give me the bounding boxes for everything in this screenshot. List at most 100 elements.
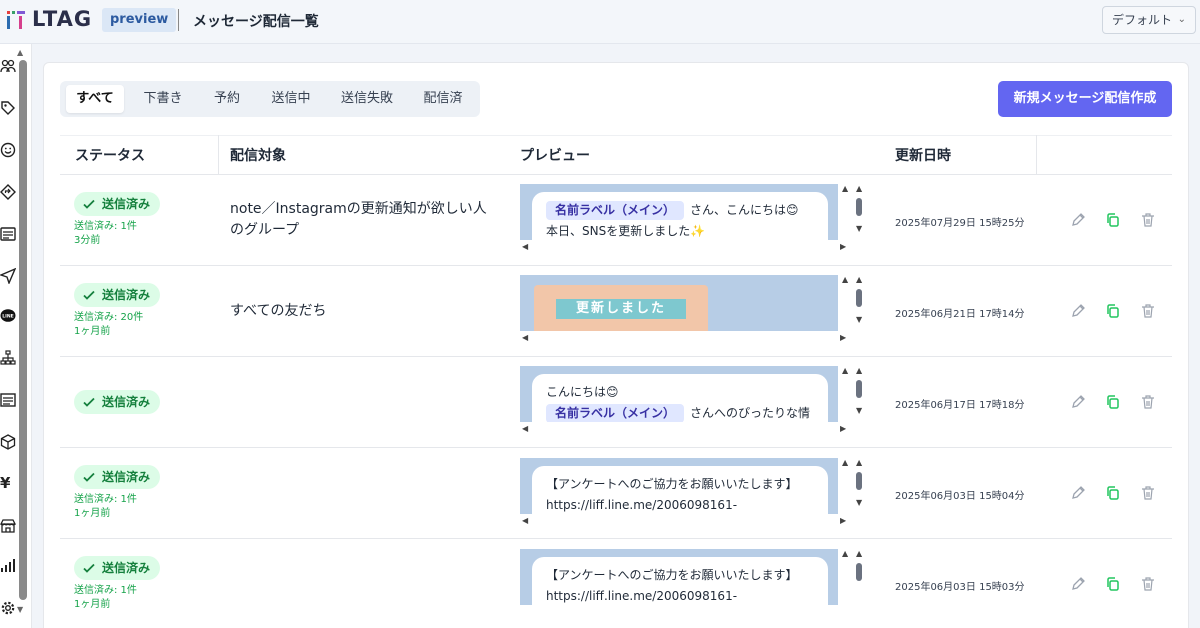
image-banner-text: 更新しました (556, 299, 686, 319)
trash-icon[interactable] (1140, 212, 1156, 228)
preview-vertical-scrollbar[interactable]: ▲ ▲ ▼ (840, 366, 866, 422)
status-badge-label: 送信済み (102, 470, 151, 484)
scroll-up-arrow-icon: ▲ (856, 275, 863, 284)
updated-at: 2025年06月17日 17時18分 (895, 400, 1025, 411)
time-ago: 3分前 (74, 235, 101, 246)
scroll-right-arrow-icon: ▶ (840, 242, 847, 251)
preview-vertical-scrollbar[interactable]: ▲ ▲ ▼ (840, 458, 866, 514)
logo-text[interactable]: LTAG (32, 7, 92, 31)
tab-draft[interactable]: 下書き (132, 85, 194, 113)
scroll-down-arrow-icon: ▼ (856, 224, 863, 233)
copy-icon[interactable] (1105, 303, 1121, 319)
scroll-up-arrow-icon[interactable]: ▲ (17, 48, 23, 57)
preview-vertical-scrollbar[interactable]: ▲ ▲ ▼ (840, 275, 866, 331)
status-filter-tabs: すべて 下書き 予約 送信中 送信失敗 配信済 (60, 81, 480, 117)
scroll-up-arrow-icon: ▲ (856, 458, 863, 467)
column-divider (1036, 135, 1037, 175)
preview-vertical-scrollbar[interactable]: ▲ ▲ ▼ (840, 184, 866, 240)
edit-icon[interactable] (1070, 212, 1086, 228)
preview-horizontal-scrollbar[interactable]: ◀ ▶ (520, 333, 854, 345)
sent-count: 送信済み: 1件 (74, 494, 137, 505)
store-icon[interactable] (0, 518, 17, 536)
yen-icon[interactable]: ¥ (0, 474, 16, 492)
smile-icon[interactable] (0, 142, 16, 160)
send-icon[interactable] (0, 267, 17, 286)
preview-text: さん、こんにちは😊 (690, 203, 799, 217)
scroll-up-arrow-icon: ▲ (842, 184, 849, 193)
header-divider (178, 9, 179, 31)
preview-vertical-scrollbar[interactable]: ▲ ▲ (840, 549, 866, 605)
tab-delivered[interactable]: 配信済 (412, 85, 474, 113)
tab-sending[interactable]: 送信中 (260, 85, 322, 113)
message-preview[interactable]: 【アンケートへのご協力をお願いいたします】 https://liff.line.… (520, 549, 866, 627)
new-message-button[interactable]: 新規メッセージ配信作成 (998, 81, 1172, 117)
time-ago: 1ヶ月前 (74, 508, 111, 519)
message-preview[interactable]: 更新しました ▲ ▲ ▼ ◀ ▶ (520, 275, 866, 353)
list-icon[interactable] (0, 392, 16, 410)
sidebar: LINE ¥ ▲ ▼ (0, 44, 32, 628)
scroll-up-arrow-icon: ▲ (842, 275, 849, 284)
trash-icon[interactable] (1140, 576, 1156, 592)
ltag-logo-icon[interactable] (4, 8, 28, 32)
preview-canvas: 【アンケートへのご協力をお願いいたします】 https://liff.line.… (520, 458, 838, 514)
check-icon (83, 397, 95, 407)
name-label-tag: 名前ラベル（メイン） (546, 201, 685, 220)
tab-all[interactable]: すべて (66, 85, 124, 113)
scroll-up-arrow-icon: ▲ (842, 366, 849, 375)
diamond-arrow-icon[interactable] (0, 184, 16, 202)
message-preview[interactable]: 【アンケートへのご協力をお願いいたします】 https://liff.line.… (520, 458, 866, 536)
message-preview[interactable]: 名前ラベル（メイン） さん、こんにちは😊 本日、SNSを更新しました✨ ▲ ▲ ▼ … (520, 184, 866, 262)
status-badge: 送信済み (74, 192, 160, 216)
preview-horizontal-scrollbar[interactable]: ◀ ▶ (520, 424, 854, 436)
sitemap-icon[interactable] (0, 350, 16, 368)
preview-text: https://liff.line.me/2006098161- (546, 498, 738, 512)
scroll-thumb[interactable] (856, 198, 862, 216)
line-icon[interactable]: LINE (0, 308, 16, 326)
sidebar-scroll-thumb[interactable] (19, 60, 27, 600)
copy-icon[interactable] (1105, 212, 1121, 228)
copy-icon[interactable] (1105, 576, 1121, 592)
scroll-up-arrow-icon: ▲ (856, 549, 863, 558)
trash-icon[interactable] (1140, 485, 1156, 501)
check-icon (83, 199, 95, 209)
message-bubble: 【アンケートへのご協力をお願いいたします】 https://liff.line.… (532, 466, 828, 514)
column-header-target: 配信対象 (230, 148, 286, 164)
preview-image: 更新しました (534, 285, 708, 331)
copy-icon[interactable] (1105, 394, 1121, 410)
scroll-thumb[interactable] (856, 472, 862, 490)
message-preview[interactable]: こんにちは😊 名前ラベル（メイン） さんへのぴったりな情 ▲ ▲ ▼ ◀ ▶ (520, 366, 866, 444)
scroll-up-arrow-icon: ▲ (842, 549, 849, 558)
tab-scheduled[interactable]: 予約 (202, 85, 252, 113)
scroll-right-arrow-icon: ▶ (840, 333, 847, 342)
account-select[interactable]: デフォルト ⌄ (1102, 6, 1196, 34)
edit-icon[interactable] (1070, 485, 1086, 501)
box-icon[interactable] (0, 434, 16, 452)
copy-icon[interactable] (1105, 485, 1121, 501)
trash-icon[interactable] (1140, 303, 1156, 319)
scroll-thumb[interactable] (856, 289, 862, 307)
users-icon[interactable] (0, 58, 16, 76)
scroll-left-arrow-icon: ◀ (522, 516, 529, 525)
time-ago: 1ヶ月前 (74, 599, 111, 610)
scroll-thumb[interactable] (856, 380, 862, 398)
page-title: メッセージ配信一覧 (193, 14, 319, 30)
preview-canvas: 名前ラベル（メイン） さん、こんにちは😊 本日、SNSを更新しました✨ (520, 184, 838, 240)
gear-icon[interactable] (0, 600, 16, 618)
bar-chart-icon[interactable] (0, 558, 16, 576)
updated-at: 2025年06月03日 15時04分 (895, 491, 1025, 502)
edit-icon[interactable] (1070, 576, 1086, 592)
column-header-status: ステータス (75, 148, 145, 164)
tag-icon[interactable] (0, 100, 16, 118)
tab-failed[interactable]: 送信失敗 (330, 85, 404, 113)
edit-icon[interactable] (1070, 303, 1086, 319)
preview-canvas: 更新しました (520, 275, 838, 331)
form-icon[interactable] (0, 226, 16, 244)
edit-icon[interactable] (1070, 394, 1086, 410)
preview-text: https://liff.line.me/2006098161- (546, 589, 738, 603)
preview-text: こんにちは😊 (546, 385, 619, 399)
scroll-thumb[interactable] (856, 563, 862, 581)
preview-horizontal-scrollbar[interactable]: ◀ ▶ (520, 516, 854, 528)
scroll-down-arrow-icon[interactable]: ▼ (17, 605, 23, 614)
trash-icon[interactable] (1140, 394, 1156, 410)
preview-horizontal-scrollbar[interactable]: ◀ ▶ (520, 242, 854, 254)
